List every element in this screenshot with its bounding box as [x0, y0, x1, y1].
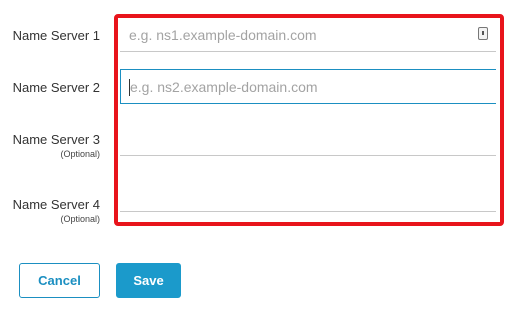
- save-button[interactable]: Save: [116, 263, 181, 298]
- name-server-2-label: Name Server 2: [0, 80, 100, 96]
- name-server-1-label-text: Name Server 1: [12, 28, 100, 43]
- highlight-box: [114, 14, 504, 226]
- name-server-1-label: Name Server 1: [0, 28, 100, 44]
- name-server-4-label: Name Server 4 (Optional): [0, 197, 100, 225]
- cancel-button[interactable]: Cancel: [19, 263, 100, 298]
- name-server-4-optional-note: (Optional): [60, 214, 100, 224]
- name-server-2-label-text: Name Server 2: [12, 80, 100, 95]
- name-server-3-label-text: Name Server 3: [12, 132, 100, 147]
- name-server-form: Name Server 1 Name Server 2 Name Server …: [0, 0, 509, 328]
- name-server-4-label-text: Name Server 4: [12, 197, 100, 212]
- name-server-3-optional-note: (Optional): [60, 149, 100, 159]
- name-server-3-label: Name Server 3 (Optional): [0, 132, 100, 160]
